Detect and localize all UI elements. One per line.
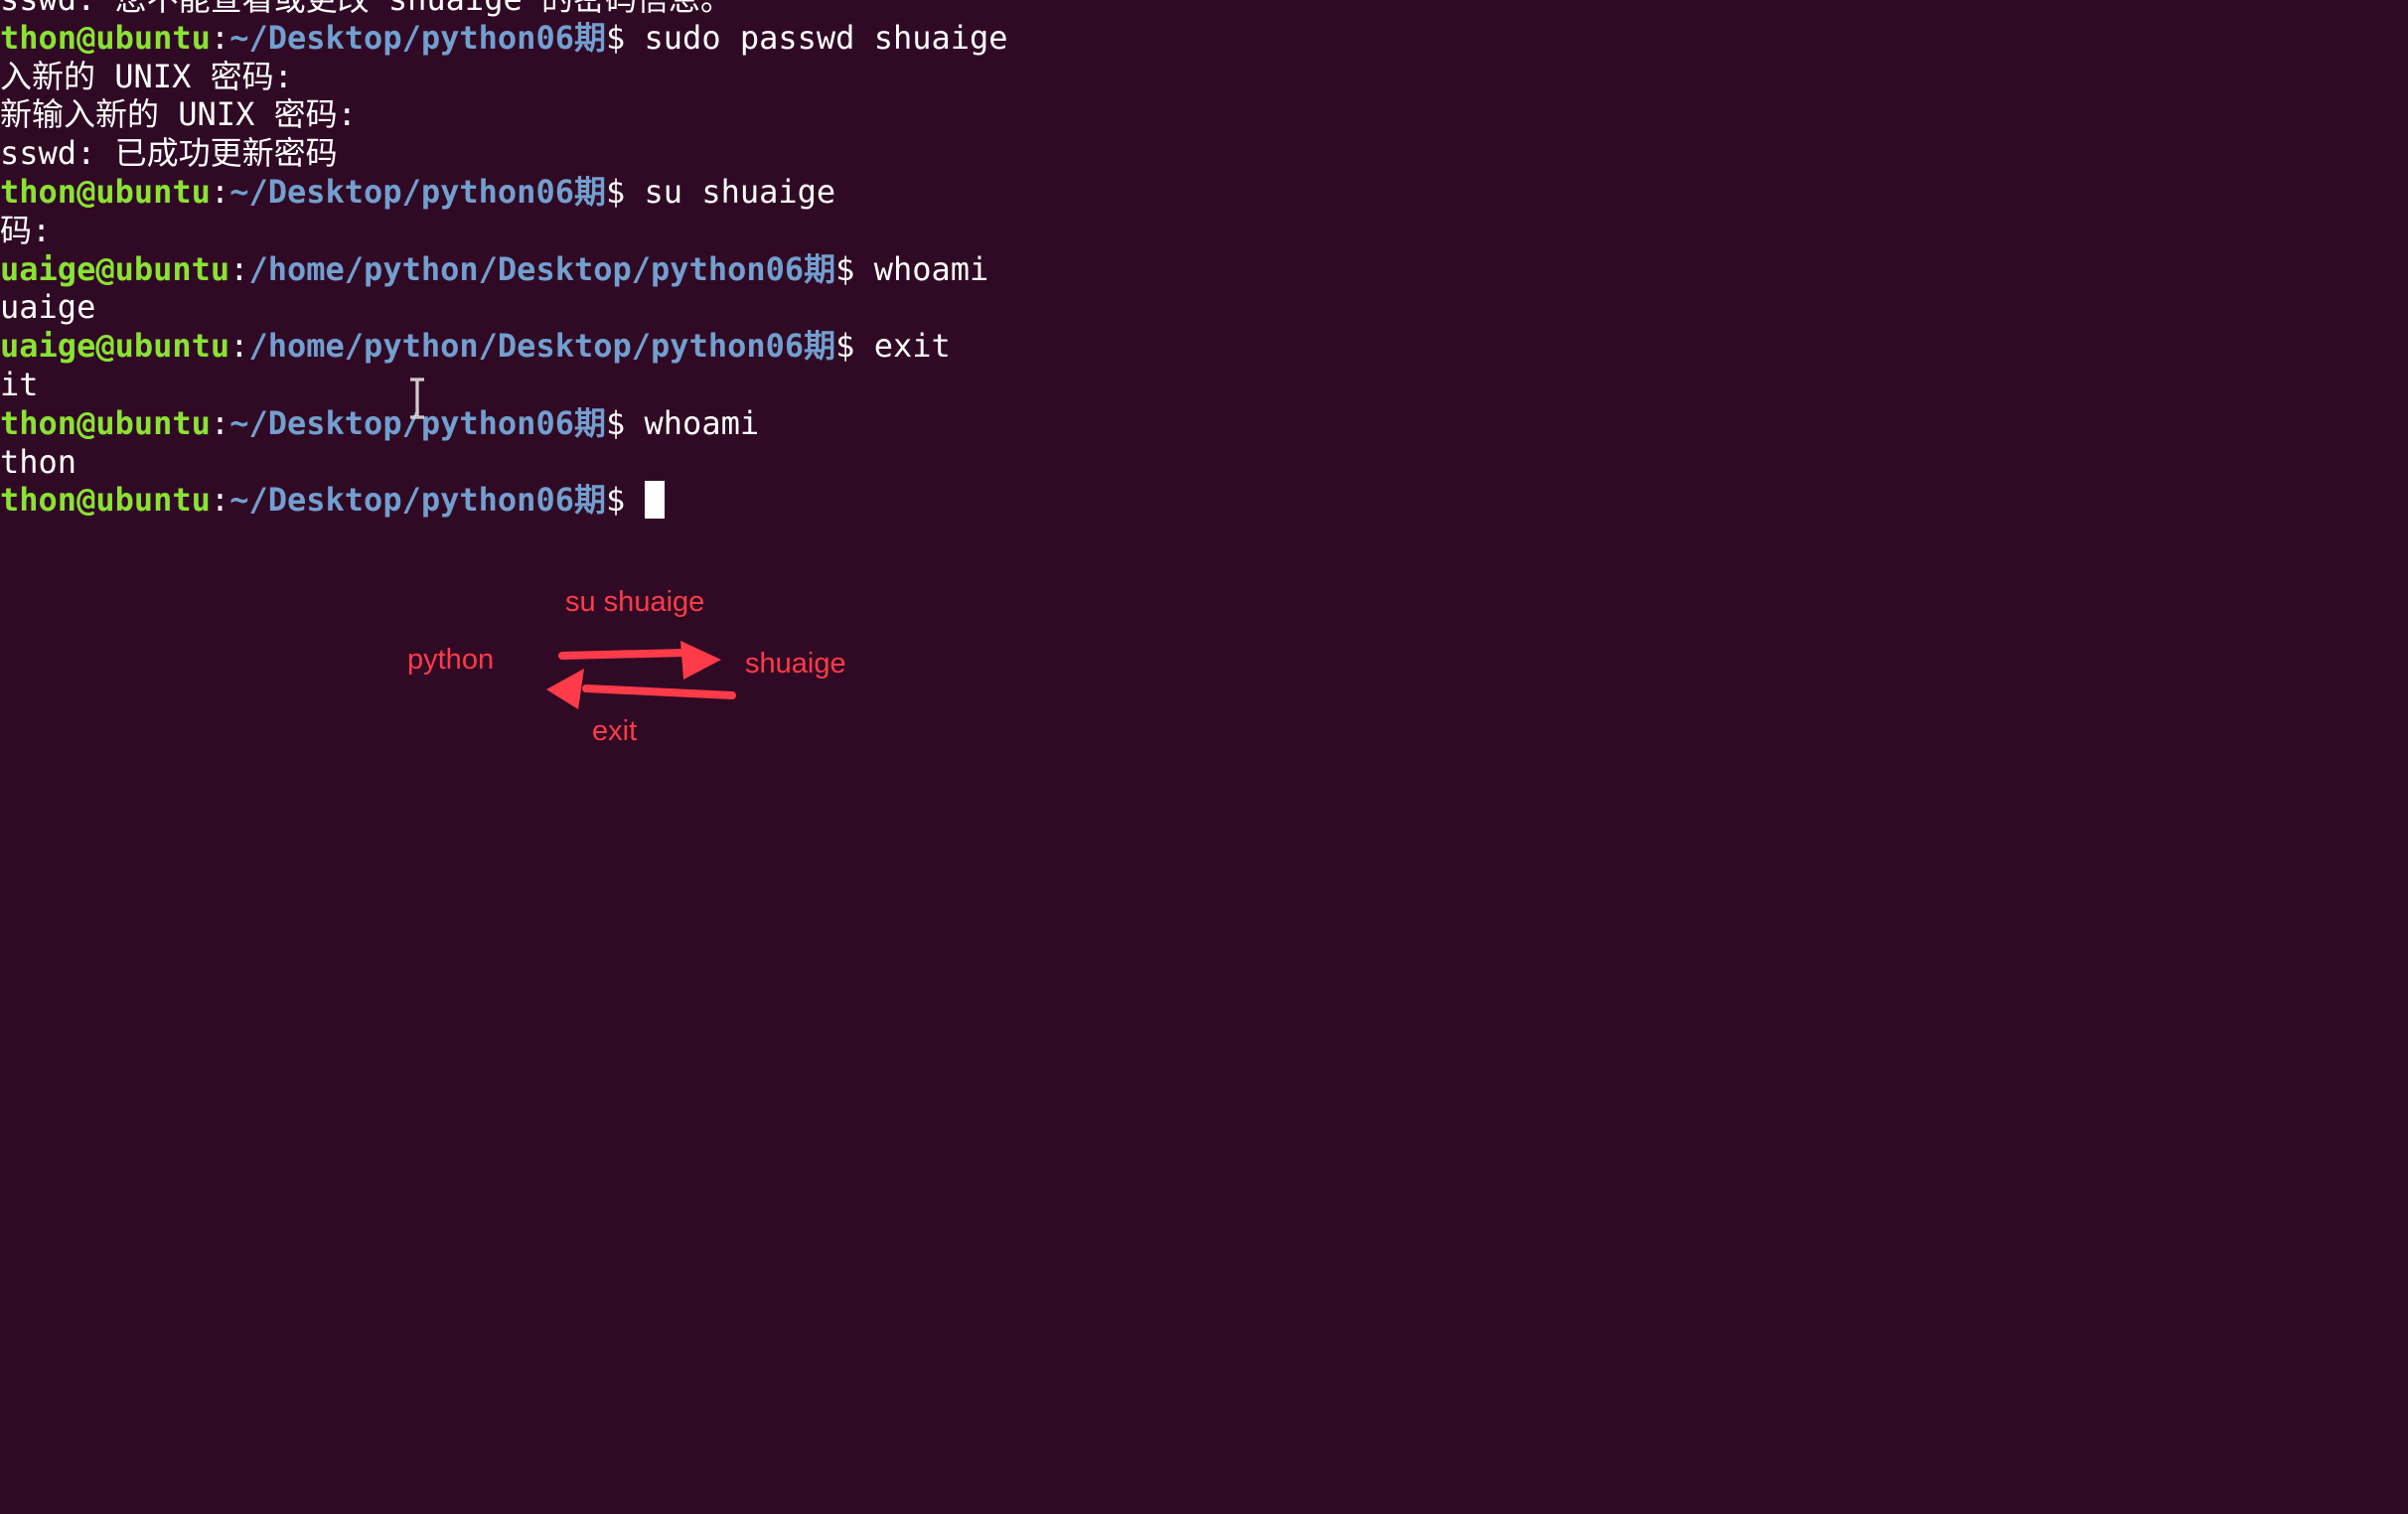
annotation-python: python [407,644,495,676]
output-line: 码: [0,212,51,250]
prompt-line: uaige@ubuntu:/home/python/Desktop/python… [0,250,988,289]
output-text: 新输入新的 UNIX 密码: [0,95,357,134]
output-text: thon [0,442,77,481]
prompt-path: /home/python/Desktop/python06期 [248,327,836,366]
output-text: uaige [0,288,96,327]
prompt-separator: : [210,173,230,211]
prompt-line: thon@ubuntu:~/Desktop/python06期$ [0,481,665,520]
command-text: su shuaige [644,173,836,211]
prompt-separator: : [210,481,230,520]
prompt-user: thon@ubuntu [0,403,211,442]
prompt-user: thon@ubuntu [0,173,211,211]
output-line: 入新的 UNIX 密码: [0,58,293,96]
output-text: it [0,366,39,403]
prompt-symbol: $ [605,403,645,442]
command-text: exit [873,327,951,366]
switch-user-arrows-icon [546,641,736,709]
prompt-symbol: $ [605,173,645,211]
output-line: thon [0,443,76,482]
annotation-su-shuaige: su shuaige [565,586,705,618]
command-text: whoami [873,249,989,288]
output-text: sswd: 已成功更新密码 [0,134,338,173]
prompt-separator: : [229,327,249,366]
prompt-user: thon@ubuntu [0,18,211,57]
output-text: 码: [0,211,52,249]
prompt-separator: : [229,249,249,288]
prompt-path: ~/Desktop/python06期 [229,173,606,211]
output-line: sswd: 已成功更新密码 [0,134,338,173]
output-line: sswd: 您不能查看或更改 shuaige 的密码信息。 [0,0,732,19]
prompt-user: uaige@ubuntu [0,249,230,288]
output-line: 新输入新的 UNIX 密码: [0,95,357,134]
prompt-symbol: $ [835,249,874,288]
output-text: sswd: 您不能查看或更改 shuaige 的密码信息。 [0,0,732,18]
output-text: 入新的 UNIX 密码: [0,57,293,95]
prompt-line: thon@ubuntu:~/Desktop/python06期$ sudo pa… [0,19,1008,58]
annotation-exit: exit [592,715,638,747]
output-line: it [0,366,39,404]
prompt-line: uaige@ubuntu:/home/python/Desktop/python… [0,327,951,366]
prompt-separator: : [210,403,230,442]
prompt-separator: : [210,18,230,57]
prompt-user: uaige@ubuntu [0,327,230,366]
prompt-symbol: $ [605,481,645,520]
prompt-line: thon@ubuntu:~/Desktop/python06期$ whoami [0,404,759,443]
terminal-window[interactable]: sswd: 您不能查看或更改 shuaige 的密码信息。thon@ubuntu… [0,0,1558,980]
annotation-shuaige: shuaige [745,648,846,680]
prompt-symbol: $ [605,18,645,57]
command-text: whoami [644,403,760,442]
prompt-symbol: $ [835,327,874,366]
prompt-line: thon@ubuntu:~/Desktop/python06期$ su shua… [0,173,835,212]
command-text: sudo passwd shuaige [644,18,1008,57]
terminal-cursor [644,481,665,520]
prompt-path: ~/Desktop/python06期 [229,481,606,520]
prompt-path: /home/python/Desktop/python06期 [248,249,836,288]
prompt-path: ~/Desktop/python06期 [229,18,606,57]
output-line: uaige [0,288,95,327]
text-cursor-ibeam-icon [410,378,424,419]
prompt-user: thon@ubuntu [0,481,211,520]
